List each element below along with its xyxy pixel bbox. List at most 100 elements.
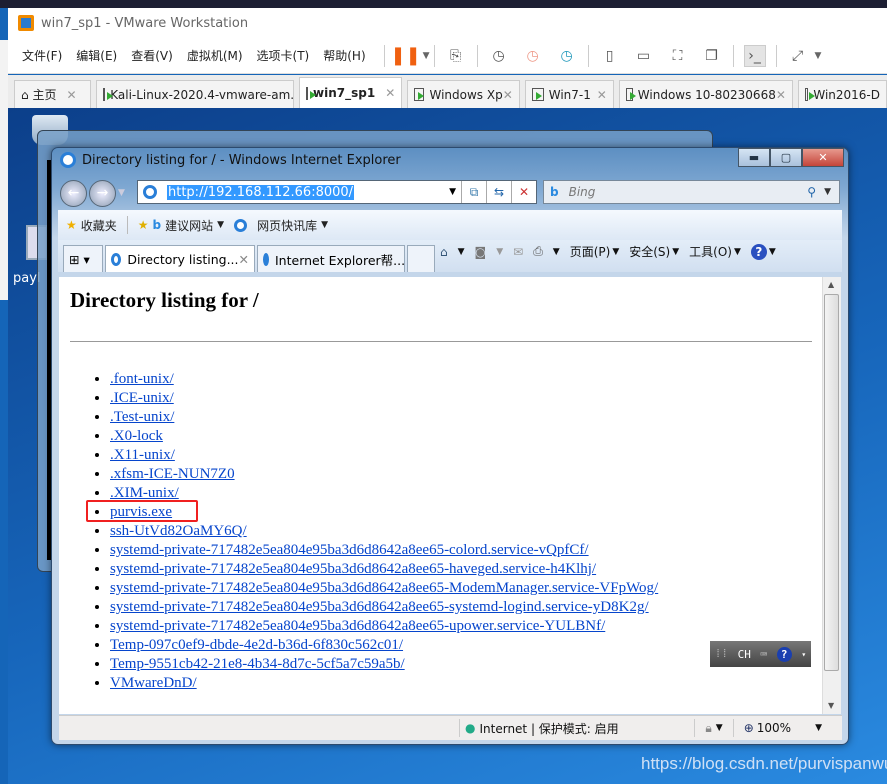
file-link[interactable]: Temp-097c0ef9-dbde-4e2d-b36d-6f830c562c0… bbox=[110, 637, 403, 653]
search-input[interactable]: Bing bbox=[569, 185, 596, 199]
snapshot-icon[interactable]: ◷ bbox=[488, 45, 510, 67]
mail-icon[interactable]: ✉ bbox=[513, 245, 523, 259]
options-icon[interactable]: ▾ bbox=[801, 650, 806, 659]
send-keys-icon[interactable]: ⎘ bbox=[445, 45, 467, 67]
close-icon[interactable]: ✕ bbox=[597, 88, 607, 102]
file-link[interactable]: systemd-private-717482e5ea804e95ba3d6d86… bbox=[110, 542, 589, 558]
chevron-down-icon[interactable]: ▼ bbox=[553, 247, 560, 257]
ie-tab-directory[interactable]: Directory listing... ✕ bbox=[105, 245, 255, 272]
help-icon[interactable]: ? bbox=[776, 646, 792, 662]
web-slice-gallery-link[interactable]: 网页快讯库 bbox=[257, 217, 317, 234]
ie-tab-help[interactable]: Internet Explorer帮... bbox=[257, 245, 405, 272]
chevron-down-icon[interactable]: ▼ bbox=[496, 247, 503, 257]
address-bar[interactable]: http://192.168.112.66:8000/ ▼ ⧉ ⇆ ✕ bbox=[137, 180, 537, 204]
close-icon[interactable]: ✕ bbox=[385, 86, 395, 100]
vm-tab-home[interactable]: ⌂ 主页 ✕ bbox=[14, 80, 92, 108]
address-input[interactable]: http://192.168.112.66:8000/ bbox=[167, 184, 355, 200]
vm-tab-winxp[interactable]: Windows Xp ✕ bbox=[406, 80, 520, 108]
file-link[interactable]: VMwareDnD/ bbox=[110, 675, 197, 691]
keyboard-icon[interactable]: ⌨ bbox=[760, 648, 767, 661]
file-link[interactable]: .X11-unix/ bbox=[110, 447, 175, 463]
chevron-down-icon[interactable]: ▼ bbox=[217, 220, 224, 230]
search-box[interactable]: b Bing ⚲ ▼ bbox=[543, 180, 840, 204]
zone-status[interactable]: Internet | 保护模式: 启用 bbox=[479, 720, 618, 737]
chevron-down-icon[interactable]: ▼ bbox=[423, 51, 430, 61]
forward-button[interactable]: → bbox=[89, 180, 116, 207]
back-button[interactable]: ← bbox=[60, 180, 87, 207]
protected-mode-icon[interactable]: 🔒︎ bbox=[705, 721, 711, 736]
file-list: .font-unix/ .ICE-unix/ .Test-unix/ .X0-lock… bbox=[110, 370, 658, 693]
zoom-level[interactable]: 100% bbox=[757, 721, 791, 735]
drag-handle-icon[interactable]: ⁞⁞ bbox=[715, 647, 728, 661]
close-icon[interactable]: ✕ bbox=[66, 88, 76, 102]
file-link[interactable]: systemd-private-717482e5ea804e95ba3d6d86… bbox=[110, 599, 649, 615]
file-link[interactable]: systemd-private-717482e5ea804e95ba3d6d86… bbox=[110, 618, 605, 634]
recent-pages-dropdown[interactable]: ▼ bbox=[118, 180, 125, 207]
vm-tab-win7-1[interactable]: Win7-1 ✕ bbox=[524, 80, 614, 108]
close-tab-icon[interactable]: ✕ bbox=[239, 252, 249, 267]
scroll-up-arrow[interactable]: ▲ bbox=[828, 280, 834, 289]
file-link[interactable]: Temp-9551cb42-21e8-4b34-8d7c-5cf5a7c59a5… bbox=[110, 656, 405, 672]
compat-view-button[interactable]: ⧉ bbox=[461, 181, 486, 203]
file-link[interactable]: .ICE-unix/ bbox=[110, 390, 174, 406]
zoom-dropdown[interactable]: ▼ bbox=[815, 723, 822, 733]
vm-tab-win10[interactable]: Windows 10-80230668 ✕ bbox=[618, 80, 793, 108]
search-icon[interactable]: ⚲ bbox=[807, 185, 816, 199]
pause-icon[interactable]: ❚❚ bbox=[391, 45, 421, 67]
add-favorites-icon[interactable]: ★ bbox=[138, 218, 149, 232]
search-options-dropdown[interactable]: ▼ bbox=[816, 187, 839, 197]
menu-help[interactable]: 帮助(H) bbox=[323, 47, 365, 64]
minimize-button[interactable]: ▬ bbox=[738, 148, 770, 167]
scrollbar-thumb[interactable] bbox=[824, 294, 839, 671]
refresh-button[interactable]: ⇆ bbox=[486, 181, 511, 203]
chevron-down-icon[interactable]: ▼ bbox=[458, 247, 465, 257]
suggested-sites-link[interactable]: 建议网站 bbox=[165, 217, 213, 234]
close-icon[interactable]: ✕ bbox=[776, 88, 786, 102]
file-link[interactable]: systemd-private-717482e5ea804e95ba3d6d86… bbox=[110, 580, 658, 596]
address-dropdown[interactable]: ▼ bbox=[444, 187, 461, 197]
file-link[interactable]: .Test-unix/ bbox=[110, 409, 174, 425]
unity-icon[interactable]: ❐ bbox=[701, 45, 723, 67]
safety-menu[interactable]: 安全(S) bbox=[629, 243, 670, 260]
snapshot-manager-icon[interactable]: ◷ bbox=[556, 45, 578, 67]
page-menu[interactable]: 页面(P) bbox=[570, 243, 611, 260]
file-link[interactable]: .X0-lock bbox=[110, 428, 163, 444]
feeds-icon[interactable]: ◙ bbox=[475, 245, 487, 259]
quick-tabs-button[interactable]: ⊞ ▾ bbox=[63, 245, 103, 272]
file-link[interactable]: systemd-private-717482e5ea804e95ba3d6d86… bbox=[110, 561, 596, 577]
file-link[interactable]: .font-unix/ bbox=[110, 371, 174, 387]
menu-tabs[interactable]: 选项卡(T) bbox=[257, 47, 310, 64]
ime-language[interactable]: CH bbox=[738, 648, 751, 661]
vm-tab-win2016[interactable]: Win2016-D bbox=[797, 80, 887, 108]
home-icon[interactable]: ⌂ bbox=[440, 245, 448, 259]
menu-edit[interactable]: 编辑(E) bbox=[76, 47, 117, 64]
file-link[interactable]: .XIM-unix/ bbox=[110, 485, 179, 501]
print-icon[interactable]: ⎙ bbox=[533, 244, 543, 259]
revert-snapshot-icon[interactable]: ◷ bbox=[522, 45, 544, 67]
menu-vm[interactable]: 虚拟机(M) bbox=[187, 47, 243, 64]
scroll-down-arrow[interactable]: ▼ bbox=[828, 701, 834, 710]
fullscreen-icon[interactable]: ⛶ bbox=[667, 45, 689, 67]
sidebar-icon[interactable]: ▯ bbox=[599, 45, 621, 67]
close-button[interactable]: ✕ bbox=[802, 148, 844, 167]
help-icon[interactable]: ? bbox=[750, 243, 767, 260]
tools-menu[interactable]: 工具(O) bbox=[689, 243, 732, 260]
chevron-down-icon[interactable]: ▼ bbox=[769, 247, 776, 257]
console-icon[interactable]: ›_ bbox=[743, 44, 766, 67]
maximize-button[interactable]: ▢ bbox=[770, 148, 802, 167]
file-link[interactable]: ssh-UtVd82OaMY6Q/ bbox=[110, 523, 247, 539]
vm-tab-win7-sp1[interactable]: win7_sp1 ✕ bbox=[299, 77, 402, 108]
vm-tab-kali[interactable]: Kali-Linux-2020.4-vmware-am...✕ bbox=[96, 80, 295, 108]
stop-button[interactable]: ✕ bbox=[511, 181, 536, 203]
close-icon[interactable]: ✕ bbox=[503, 88, 513, 102]
menu-view[interactable]: 查看(V) bbox=[131, 47, 173, 64]
stretch-icon[interactable]: ⤢ bbox=[787, 45, 809, 67]
menu-file[interactable]: 文件(F) bbox=[22, 47, 62, 64]
favorites-button[interactable]: 收藏夹 bbox=[81, 217, 117, 234]
thumbnail-bar-icon[interactable]: ▭ bbox=[633, 45, 655, 67]
chevron-down-icon[interactable]: ▼ bbox=[321, 220, 328, 230]
chevron-down-icon[interactable]: ▼ bbox=[716, 723, 723, 733]
chevron-down-icon[interactable]: ▼ bbox=[815, 51, 822, 61]
new-tab-button[interactable] bbox=[407, 245, 435, 272]
file-link[interactable]: .xfsm-ICE-NUN7Z0 bbox=[110, 466, 235, 482]
